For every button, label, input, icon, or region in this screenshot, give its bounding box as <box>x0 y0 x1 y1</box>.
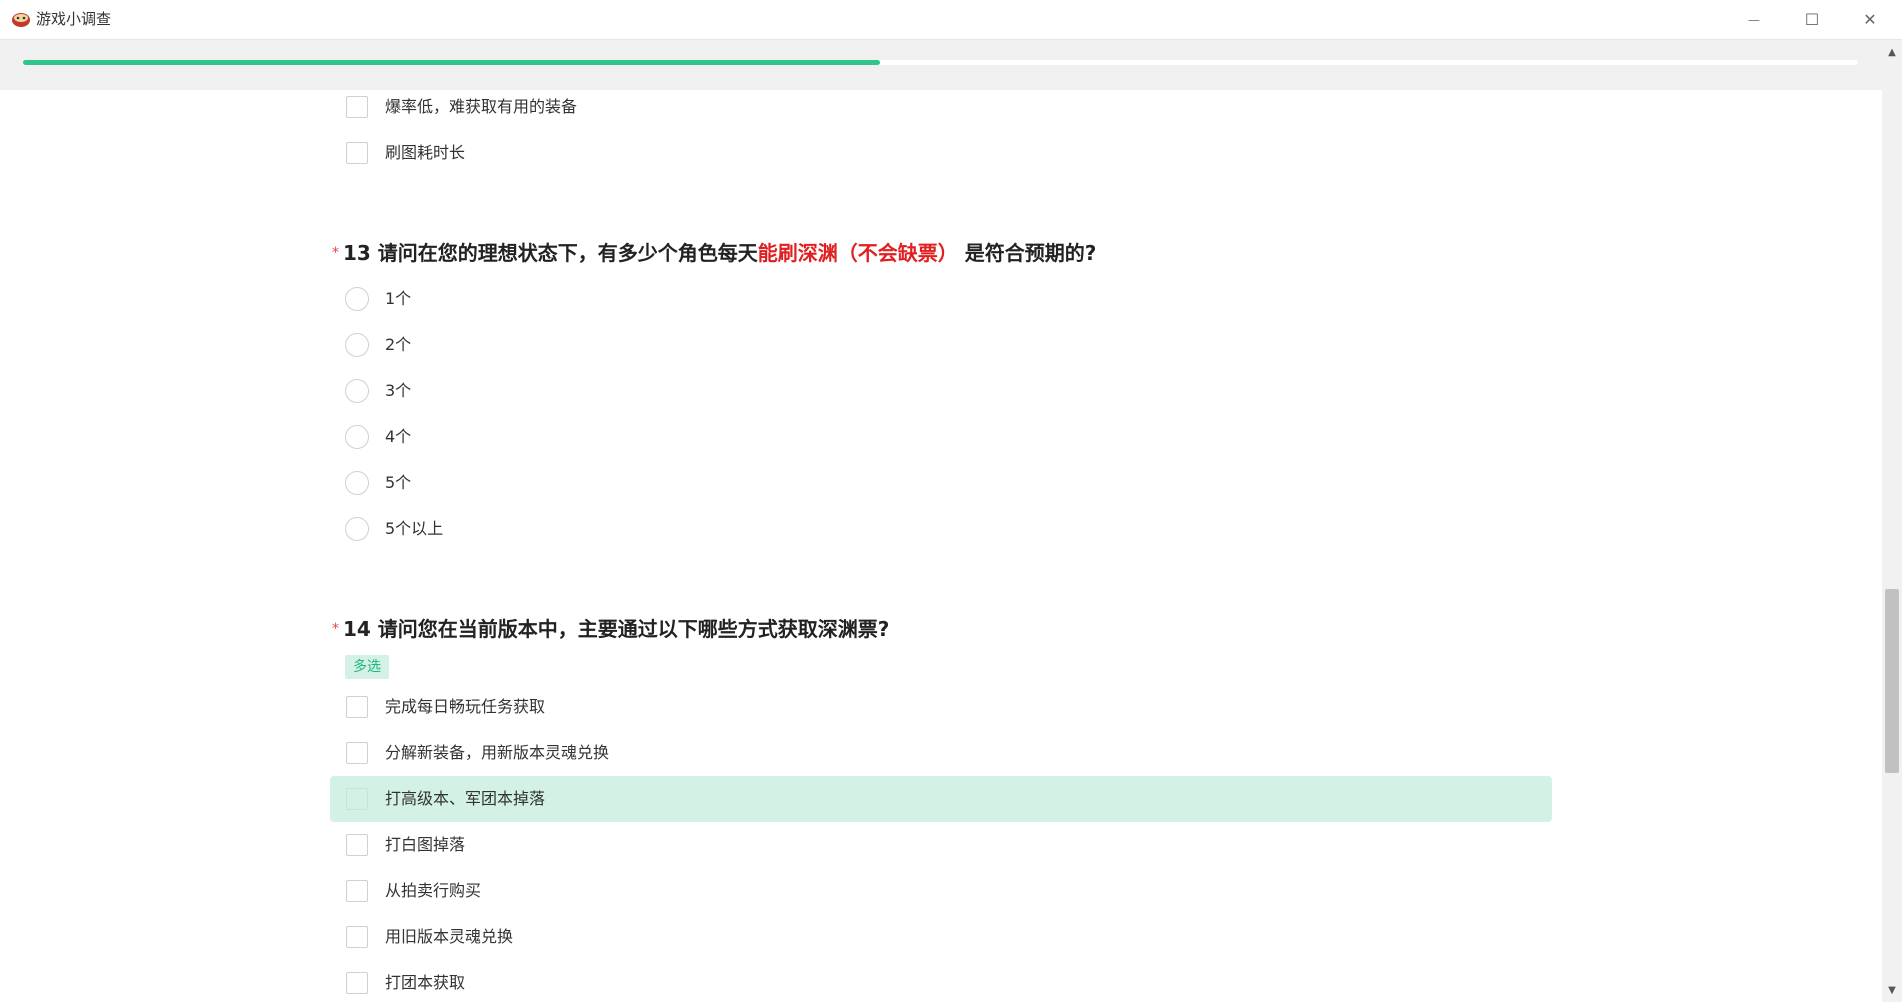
checkbox[interactable] <box>346 834 368 856</box>
q13-option-2[interactable]: 2个 <box>330 322 1552 368</box>
radio-button[interactable] <box>345 379 369 403</box>
prev-option-2[interactable]: 刷图耗时长 <box>330 130 1552 176</box>
checkbox[interactable] <box>346 742 368 764</box>
question-13-text: 13 请问在您的理想状态下，有多少个角色每天 <box>343 241 758 265</box>
option-label: 打白图掉落 <box>385 835 466 854</box>
option-label: 3个 <box>385 381 412 400</box>
checkbox[interactable] <box>346 96 368 118</box>
close-button[interactable]: ✕ <box>1841 0 1899 39</box>
option-label: 完成每日畅玩任务获取 <box>385 697 546 716</box>
question-13-title: * 13 请问在您的理想状态下，有多少个角色每天能刷深渊（不会缺票） 是符合预期的… <box>332 240 1096 266</box>
required-mark: * <box>332 621 339 637</box>
scroll-down-icon[interactable]: ▼ <box>1882 982 1902 998</box>
q14-option-4[interactable]: 打白图掉落 <box>330 822 1552 868</box>
maximize-button[interactable]: ☐ <box>1783 0 1841 39</box>
minimize-icon: — <box>1748 12 1760 27</box>
question-13-suffix: 是符合预期的? <box>964 241 1097 265</box>
option-label: 1个 <box>385 289 412 308</box>
q14-option-1[interactable]: 完成每日畅玩任务获取 <box>330 684 1552 730</box>
multi-select-badge: 多选 <box>345 655 389 679</box>
vertical-scrollbar[interactable]: ▲ ▼ <box>1882 40 1902 1002</box>
progress-track <box>23 60 1858 65</box>
radio-button[interactable] <box>345 517 369 541</box>
checkbox[interactable] <box>346 696 368 718</box>
q13-option-3[interactable]: 3个 <box>330 368 1552 414</box>
checkbox[interactable] <box>346 880 368 902</box>
option-label: 2个 <box>385 335 412 354</box>
option-label: 从拍卖行购买 <box>385 881 482 900</box>
prev-option-1[interactable]: 爆率低，难获取有用的装备 <box>330 90 1552 130</box>
checkbox[interactable] <box>346 926 368 948</box>
option-label: 分解新装备，用新版本灵魂兑换 <box>385 743 610 762</box>
checkbox[interactable] <box>346 972 368 994</box>
radio-button[interactable] <box>345 333 369 357</box>
window-title: 游戏小调查 <box>36 10 112 28</box>
scroll-thumb[interactable] <box>1885 589 1899 773</box>
q13-option-1[interactable]: 1个 <box>330 276 1552 322</box>
scroll-up-icon[interactable]: ▲ <box>1882 44 1902 60</box>
q14-option-3-hovered[interactable]: 打高级本、军团本掉落 <box>330 776 1552 822</box>
close-icon: ✕ <box>1863 10 1877 29</box>
question-14-text: 14 请问您在当前版本中，主要通过以下哪些方式获取深渊票? <box>343 617 890 641</box>
q14-option-5[interactable]: 从拍卖行购买 <box>330 868 1552 914</box>
radio-button[interactable] <box>345 425 369 449</box>
checkbox[interactable] <box>346 142 368 164</box>
q14-option-2[interactable]: 分解新装备，用新版本灵魂兑换 <box>330 730 1552 776</box>
checkbox[interactable] <box>346 788 368 810</box>
radio-button[interactable] <box>345 287 369 311</box>
option-label: 打高级本、军团本掉落 <box>385 789 546 808</box>
option-label: 5个 <box>385 473 412 492</box>
q13-option-5[interactable]: 5个 <box>330 460 1552 506</box>
option-label: 打团本获取 <box>385 973 466 992</box>
app-logo-icon <box>12 13 30 27</box>
q14-option-7[interactable]: 打团本获取 <box>330 960 1552 1002</box>
progress-strip <box>0 40 1882 90</box>
required-mark: * <box>332 245 339 261</box>
survey-content: 爆率低，难获取有用的装备 刷图耗时长 * 13 请问在您的理想状态下，有多少个角色… <box>0 90 1882 1002</box>
progress-fill <box>23 60 880 65</box>
option-label: 用旧版本灵魂兑换 <box>385 927 514 946</box>
maximize-icon: ☐ <box>1804 10 1820 29</box>
option-label: 刷图耗时长 <box>385 143 466 162</box>
minimize-button[interactable]: — <box>1725 0 1783 39</box>
question-13-emphasis: 能刷深渊（不会缺票） <box>757 241 958 265</box>
q13-option-4[interactable]: 4个 <box>330 414 1552 460</box>
option-label: 4个 <box>385 427 412 446</box>
question-14-title: * 14 请问您在当前版本中，主要通过以下哪些方式获取深渊票? <box>332 616 889 642</box>
radio-button[interactable] <box>345 471 369 495</box>
title-bar: 游戏小调查 — ☐ ✕ <box>0 0 1902 40</box>
option-label: 爆率低，难获取有用的装备 <box>385 97 578 116</box>
q13-option-6[interactable]: 5个以上 <box>330 506 1552 552</box>
option-label: 5个以上 <box>385 519 444 538</box>
q14-option-6[interactable]: 用旧版本灵魂兑换 <box>330 914 1552 960</box>
